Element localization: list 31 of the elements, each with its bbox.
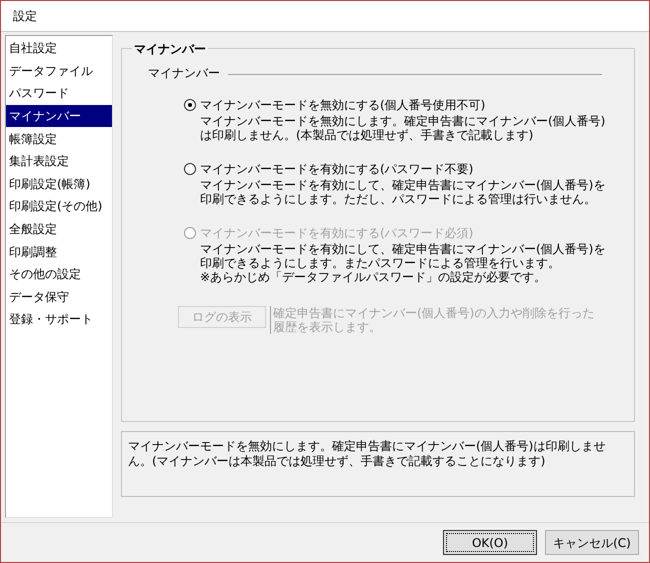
sidebar-item[interactable]: 集計表設定 xyxy=(6,150,112,173)
sidebar-item[interactable]: パスワード xyxy=(6,82,112,105)
option-description: 印刷できるようにします。またパスワードによる管理を行います。 xyxy=(200,256,561,270)
radio-label[interactable]: マイナンバーモードを有効にする(パスワード不要) xyxy=(200,160,474,178)
option-description: マイナンバーモードを有効にして、確定申告書にマイナンバー(個人番号)を xyxy=(200,178,606,192)
help-text: マイナンバーモードを無効にします。確定申告書にマイナンバー(個人番号)は印刷しません。(マイナンバーは本製品では処理せず、手書きで記載することになります) xyxy=(121,431,635,497)
sidebar-item[interactable]: その他の設定 xyxy=(6,262,112,286)
log-description: 履歴を表示します。 xyxy=(273,320,382,334)
section-label: マイナンバー xyxy=(148,65,220,82)
option-description: マイナンバーモードを有効にして、確定申告書にマイナンバー(個人番号)を xyxy=(200,242,606,256)
sidebar-item[interactable]: 印刷設定(帳簿) xyxy=(6,172,112,196)
sidebar-item[interactable]: 自社設定 xyxy=(6,37,112,60)
window-title: 設定 xyxy=(13,8,37,25)
option-description: マイナンバーモードを無効にします。確定申告書にマイナンバー(個人番号) xyxy=(200,114,606,128)
sidebar-item[interactable]: 印刷調整 xyxy=(6,240,112,263)
radio-button[interactable] xyxy=(184,163,196,175)
option-description: 印刷できるようにします。ただし、パスワードによる管理は行いません。 xyxy=(200,192,597,206)
sidebar-item[interactable]: 登録・サポート xyxy=(6,308,112,331)
option-description: は印刷しません。(本製品では処理せず、手書きで記載します) xyxy=(200,128,534,142)
radio-button[interactable] xyxy=(184,99,196,111)
log-description: 確定申告書にマイナンバー(個人番号)の入力や削除を行った xyxy=(273,306,594,320)
sidebar-item[interactable]: データファイル xyxy=(6,60,112,82)
radio-label[interactable]: マイナンバーモードを無効にする(個人番号使用不可) xyxy=(200,96,486,114)
sidebar-item[interactable]: マイナンバー xyxy=(6,104,112,128)
sidebar-item[interactable]: データ保守 xyxy=(6,286,112,308)
sidebar-item[interactable]: 印刷設定(その他) xyxy=(6,195,112,218)
dialog-button[interactable]: OK(O) xyxy=(443,530,537,555)
dialog-button[interactable]: キャンセル(C) xyxy=(545,530,639,555)
sidebar-item[interactable]: 帳簿設定 xyxy=(6,127,112,150)
sidebar-item[interactable]: 全般設定 xyxy=(6,218,112,240)
option-description: ※あらかじめ「データファイルパスワード」の設定が必要です。 xyxy=(200,270,548,284)
